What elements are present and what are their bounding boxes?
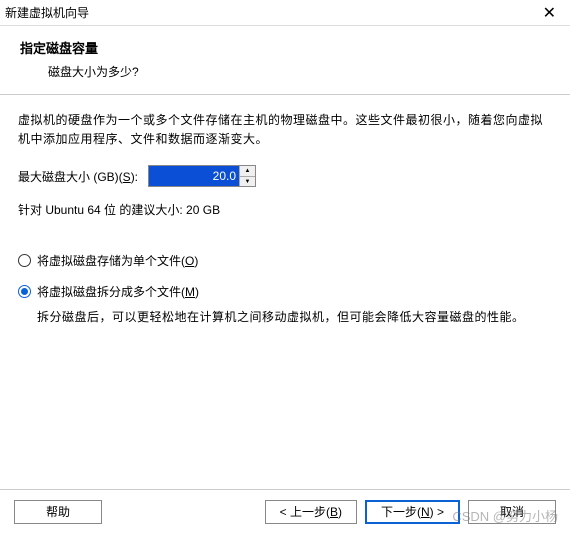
page-title: 指定磁盘容量 bbox=[20, 38, 550, 57]
close-icon[interactable]: ✕ bbox=[539, 3, 560, 23]
storage-radio-group: 将虚拟磁盘存储为单个文件(O) 将虚拟磁盘拆分成多个文件(M) 拆分磁盘后，可以… bbox=[18, 252, 552, 327]
radio-single-label[interactable]: 将虚拟磁盘存储为单个文件(O) bbox=[37, 252, 198, 269]
radio-icon[interactable] bbox=[18, 285, 31, 298]
radio-split-label[interactable]: 将虚拟磁盘拆分成多个文件(M) bbox=[37, 283, 199, 300]
back-button[interactable]: < 上一步(B) bbox=[265, 500, 357, 524]
recommendation-text: 针对 Ubuntu 64 位 的建议大小: 20 GB bbox=[18, 201, 552, 218]
wizard-content: 虚拟机的硬盘作为一个或多个文件存储在主机的物理磁盘中。这些文件最初很小，随着您向… bbox=[0, 95, 570, 338]
spinner-down-icon[interactable]: ▼ bbox=[240, 177, 255, 187]
window-title: 新建虚拟机向导 bbox=[5, 4, 89, 21]
disk-size-spinner[interactable]: 20.0 ▲ ▼ bbox=[148, 165, 256, 187]
next-button[interactable]: 下一步(N) > bbox=[365, 500, 460, 524]
radio-single-file[interactable]: 将虚拟磁盘存储为单个文件(O) bbox=[18, 252, 552, 269]
radio-split-description: 拆分磁盘后，可以更轻松地在计算机之间移动虚拟机，但可能会降低大容量磁盘的性能。 bbox=[18, 308, 552, 327]
cancel-button[interactable]: 取消 bbox=[468, 500, 556, 524]
radio-icon[interactable] bbox=[18, 254, 31, 267]
page-subtitle: 磁盘大小为多少? bbox=[20, 63, 550, 80]
radio-split-files[interactable]: 将虚拟磁盘拆分成多个文件(M) bbox=[18, 283, 552, 300]
wizard-footer: 帮助 < 上一步(B) 下一步(N) > 取消 bbox=[0, 489, 570, 533]
help-button[interactable]: 帮助 bbox=[14, 500, 102, 524]
spinner-buttons: ▲ ▼ bbox=[239, 166, 255, 186]
disk-size-row: 最大磁盘大小 (GB)(S): 20.0 ▲ ▼ bbox=[18, 165, 552, 187]
disk-size-input[interactable]: 20.0 bbox=[149, 166, 239, 186]
titlebar: 新建虚拟机向导 ✕ bbox=[0, 0, 570, 26]
description-text: 虚拟机的硬盘作为一个或多个文件存储在主机的物理磁盘中。这些文件最初很小，随着您向… bbox=[18, 111, 552, 149]
spinner-up-icon[interactable]: ▲ bbox=[240, 166, 255, 177]
disk-size-label: 最大磁盘大小 (GB)(S): bbox=[18, 168, 138, 185]
wizard-header: 指定磁盘容量 磁盘大小为多少? bbox=[0, 26, 570, 95]
